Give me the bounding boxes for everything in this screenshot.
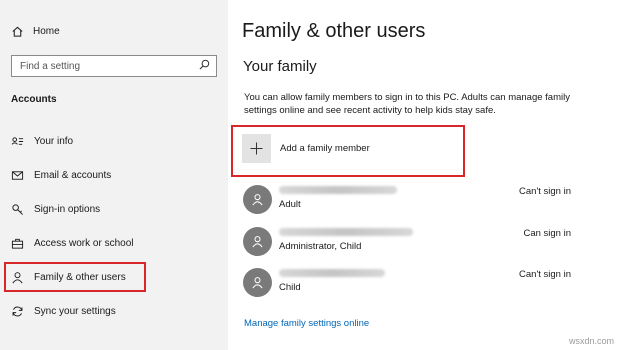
home-nav-item[interactable]: Home: [11, 25, 60, 38]
sidebar: Home Accounts Your info Email & accounts…: [0, 0, 228, 350]
family-member-row[interactable]: Adult Can't sign in: [243, 183, 573, 217]
family-description: You can allow family members to sign in …: [244, 92, 570, 116]
member-status: Can sign in: [523, 228, 571, 239]
member-status: Can't sign in: [519, 269, 571, 280]
sidebar-item-email-accounts[interactable]: Email & accounts: [4, 160, 146, 190]
blurred-email: [279, 269, 385, 277]
sidebar-item-label: Access work or school: [34, 237, 134, 249]
sidebar-item-sync-settings[interactable]: Sync your settings: [4, 296, 146, 326]
page-title: Family & other users: [242, 20, 426, 42]
sidebar-item-label: Sign-in options: [34, 203, 101, 215]
search-box[interactable]: [11, 55, 217, 77]
member-status: Can't sign in: [519, 186, 571, 197]
key-icon: [11, 203, 24, 216]
home-label: Home: [33, 26, 60, 37]
sync-icon: [11, 305, 24, 318]
mail-icon: [11, 169, 24, 182]
your-info-icon: [11, 135, 24, 148]
member-role: Administrator, Child: [279, 241, 362, 252]
avatar-icon: [243, 185, 272, 214]
sidebar-item-sign-in-options[interactable]: Sign-in options: [4, 194, 146, 224]
avatar-icon: [243, 227, 272, 256]
plus-icon: [242, 134, 271, 163]
home-icon: [11, 25, 24, 38]
search-input[interactable]: [20, 60, 190, 72]
blurred-email: [279, 228, 413, 236]
manage-family-settings-link[interactable]: Manage family settings online: [244, 318, 369, 329]
section-title: Accounts: [11, 94, 57, 105]
sidebar-item-your-info[interactable]: Your info: [4, 126, 146, 156]
sidebar-item-label: Email & accounts: [34, 169, 112, 181]
member-role: Child: [279, 282, 301, 293]
main-panel: Family & other users Your family You can…: [228, 0, 620, 350]
family-member-row[interactable]: Administrator, Child Can sign in: [243, 225, 573, 259]
blurred-email: [279, 186, 397, 194]
avatar-icon: [243, 268, 272, 297]
sidebar-item-label: Family & other users: [34, 271, 126, 283]
search-icon[interactable]: [199, 57, 210, 75]
sidebar-item-family-other-users[interactable]: Family & other users: [4, 262, 146, 292]
person-icon: [11, 271, 24, 284]
family-member-row[interactable]: Child Can't sign in: [243, 266, 573, 300]
member-role: Adult: [279, 199, 301, 210]
briefcase-icon: [11, 237, 24, 250]
add-family-member-label: Add a family member: [280, 143, 370, 154]
sidebar-item-access-work-school[interactable]: Access work or school: [4, 228, 146, 258]
add-family-member-button[interactable]: Add a family member: [242, 134, 370, 163]
watermark: wsxdn.com: [568, 336, 614, 346]
sidebar-item-label: Sync your settings: [34, 305, 116, 317]
sidebar-item-label: Your info: [34, 135, 74, 147]
section-subtitle: Your family: [243, 58, 317, 75]
